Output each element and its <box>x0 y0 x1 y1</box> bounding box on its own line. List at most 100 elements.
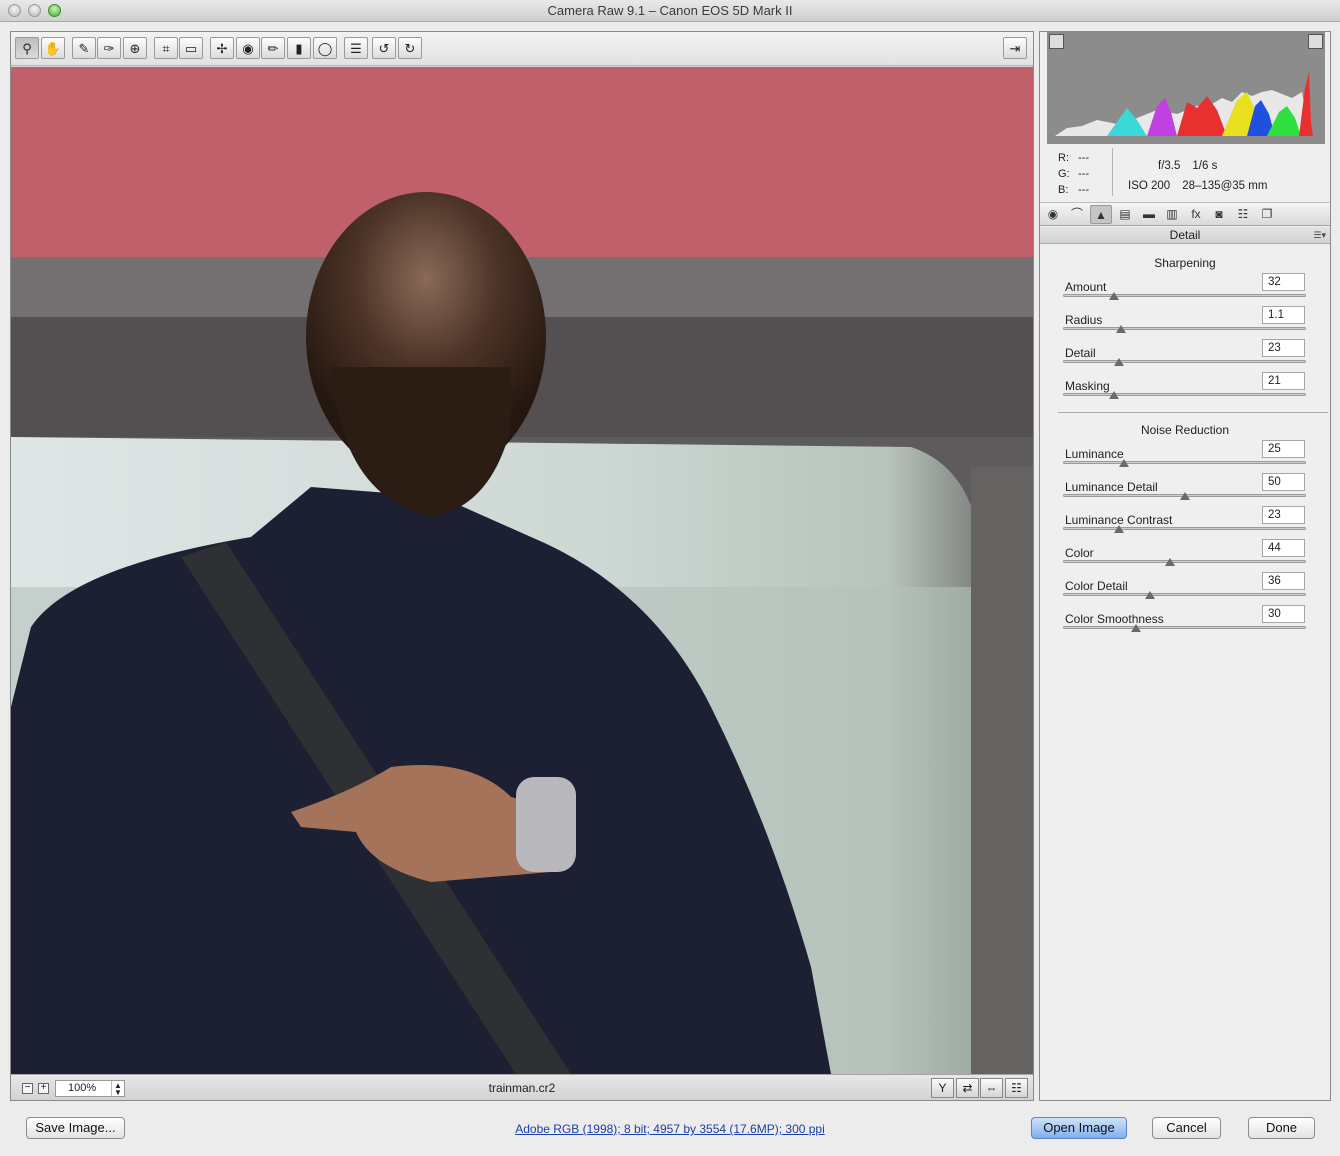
adjustments-panel: R: --- G: --- B: --- f/3.5 1/6 s ISO 200 28–1… <box>1039 31 1331 1101</box>
slider-label: Masking <box>1065 379 1110 393</box>
slider-thumb[interactable] <box>1113 358 1124 366</box>
noise-reduction-title: Noise Reduction <box>1140 423 1230 437</box>
tab-presets[interactable]: ☷ <box>1232 205 1254 224</box>
tab-snapshots[interactable]: ❐ <box>1256 205 1278 224</box>
shadow-clipping-warning-icon[interactable] <box>1049 34 1064 49</box>
readout-divider <box>1112 148 1113 196</box>
slider-thumb[interactable] <box>1164 558 1175 566</box>
color-sampler-icon: ✑ <box>103 40 115 56</box>
slider-value-field[interactable]: 32 <box>1262 273 1305 291</box>
slider-thumb[interactable] <box>1109 292 1120 300</box>
crop-tool[interactable]: ⌗ <box>154 37 178 59</box>
slider-value-field[interactable]: 1.1 <box>1262 306 1305 324</box>
rotate-ccw-tool[interactable]: ↺ <box>372 37 396 59</box>
slider-thumb[interactable] <box>1109 391 1120 399</box>
done-button[interactable]: Done <box>1248 1117 1315 1139</box>
cycle-views-icon[interactable]: ⇄ <box>956 1078 979 1098</box>
workflow-options-link[interactable]: Adobe RGB (1998); 8 bit; 4957 by 3554 (1… <box>0 1122 1340 1136</box>
adjustment-brush-tool[interactable]: ✏ <box>261 37 285 59</box>
slider-value-field[interactable]: 50 <box>1262 473 1305 491</box>
slider-track[interactable] <box>1063 527 1306 530</box>
slider-value-field[interactable]: 25 <box>1262 440 1305 458</box>
slider-track[interactable] <box>1063 327 1306 330</box>
panel-menu-icon[interactable]: ☰▾ <box>1313 227 1326 243</box>
cancel-button[interactable]: Cancel <box>1152 1117 1221 1139</box>
slider-thumb[interactable] <box>1118 459 1129 467</box>
b-value: --- <box>1078 184 1089 196</box>
b-label: B: <box>1058 184 1069 196</box>
basic-icon: ◉ <box>1047 207 1059 221</box>
tab-hsl[interactable]: ▤ <box>1114 205 1136 224</box>
zoom-icon: ⚲ <box>22 40 32 56</box>
slider-thumb[interactable] <box>1179 492 1190 500</box>
fullscreen-toggle-button[interactable]: ⇥ <box>1003 37 1027 59</box>
slider-thumb[interactable] <box>1113 525 1124 533</box>
slider-label: Detail <box>1065 346 1096 360</box>
rotate-cw-tool[interactable]: ↻ <box>398 37 422 59</box>
slider-row: Masking 21 <box>1040 372 1330 412</box>
straighten-tool[interactable]: ▭ <box>179 37 203 59</box>
targeted-adjustment-tool[interactable]: ⊕ <box>123 37 147 59</box>
white-balance-tool[interactable]: ✎ <box>72 37 96 59</box>
zoom-tool[interactable]: ⚲ <box>15 37 39 59</box>
slider-track[interactable] <box>1063 593 1306 596</box>
graduated-filter-tool[interactable]: ▮ <box>287 37 311 59</box>
slider-value-field[interactable]: 30 <box>1262 605 1305 623</box>
workflow-options-text[interactable]: Adobe RGB (1998); 8 bit; 4957 by 3554 (1… <box>515 1122 825 1136</box>
preferences-tool[interactable]: ☰ <box>344 37 368 59</box>
slider-track[interactable] <box>1063 461 1306 464</box>
highlight-clipping-warning-icon[interactable] <box>1308 34 1323 49</box>
slider-track[interactable] <box>1063 393 1306 396</box>
graduated-filter-icon: ▮ <box>295 40 303 56</box>
slider-value-field[interactable]: 23 <box>1262 339 1305 357</box>
red-eye-tool[interactable]: ◉ <box>236 37 260 59</box>
preview-preferences-icon[interactable]: ☷ <box>1005 1078 1028 1098</box>
slider-value-field[interactable]: 23 <box>1262 506 1305 524</box>
hand-tool[interactable]: ✋ <box>41 37 65 59</box>
section-divider <box>1058 412 1328 413</box>
fullscreen-icon: ⇥ <box>1009 40 1021 56</box>
rgb-readout: R: --- G: --- B: --- <box>1058 150 1089 198</box>
tab-detail[interactable]: ▲ <box>1090 205 1112 224</box>
tab-tone-curve[interactable]: ⌒ <box>1066 205 1088 224</box>
open-image-button[interactable]: Open Image <box>1031 1117 1127 1139</box>
slider-track[interactable] <box>1063 294 1306 297</box>
slider-thumb[interactable] <box>1145 591 1156 599</box>
rotate-ccw-icon: ↺ <box>378 40 390 56</box>
slider-thumb[interactable] <box>1130 624 1141 632</box>
tab-camera-calibration[interactable]: ◙ <box>1208 205 1230 224</box>
slider-track[interactable] <box>1063 360 1306 363</box>
lens: 28–135@35 mm <box>1182 180 1268 192</box>
tab-split-toning[interactable]: ▬ <box>1138 205 1160 224</box>
color-sampler-tool[interactable]: ✑ <box>97 37 121 59</box>
spot-removal-tool[interactable]: ✢ <box>210 37 234 59</box>
hsl-icon: ▤ <box>1119 207 1131 221</box>
tab-effects[interactable]: fx <box>1185 205 1207 224</box>
slider-value-field[interactable]: 36 <box>1262 572 1305 590</box>
swap-settings-icon[interactable]: ⇔ <box>980 1078 1003 1098</box>
adjustment-brush-icon: ✏ <box>267 40 279 56</box>
panel-title: Detail <box>1169 228 1201 242</box>
preview-frame: ⚲ ✋ ✎ ✑ ⊕ ⌗ ▭ ✢ ◉ ✏ ▮ ◯ ☰ ↺ ↻ ⇥ − + 100%… <box>10 31 1034 1101</box>
white-balance-icon: ✎ <box>78 40 90 56</box>
tool-bar: ⚲ ✋ ✎ ✑ ⊕ ⌗ ▭ ✢ ◉ ✏ ▮ ◯ ☰ ↺ ↻ ⇥ <box>11 32 1033 66</box>
window-title: Camera Raw 9.1 – Canon EOS 5D Mark II <box>547 3 793 18</box>
image-preview[interactable] <box>11 67 1033 1074</box>
histogram-graph <box>1055 72 1313 136</box>
preview-toggle-icon[interactable]: Y <box>931 1078 954 1098</box>
radial-filter-tool[interactable]: ◯ <box>313 37 337 59</box>
slider-value-field[interactable]: 21 <box>1262 372 1305 390</box>
r-label: R: <box>1058 152 1069 164</box>
shutter-speed: 1/6 s <box>1192 160 1218 172</box>
slider-value-field[interactable]: 44 <box>1262 539 1305 557</box>
slider-track[interactable] <box>1063 560 1306 563</box>
slider-thumb[interactable] <box>1116 325 1127 333</box>
tab-basic[interactable]: ◉ <box>1042 205 1064 224</box>
preferences-icon: ☰ <box>350 40 362 56</box>
slider-track[interactable] <box>1063 626 1306 629</box>
iso: ISO 200 <box>1128 180 1171 192</box>
red-eye-icon: ◉ <box>242 40 254 56</box>
hand-icon: ✋ <box>44 40 62 56</box>
status-bar: − + 100% ▲ ▼ trainman.cr2 Y ⇄ ⇔ ☷ <box>11 1074 1033 1100</box>
tab-lens-corrections[interactable]: ▥ <box>1161 205 1183 224</box>
